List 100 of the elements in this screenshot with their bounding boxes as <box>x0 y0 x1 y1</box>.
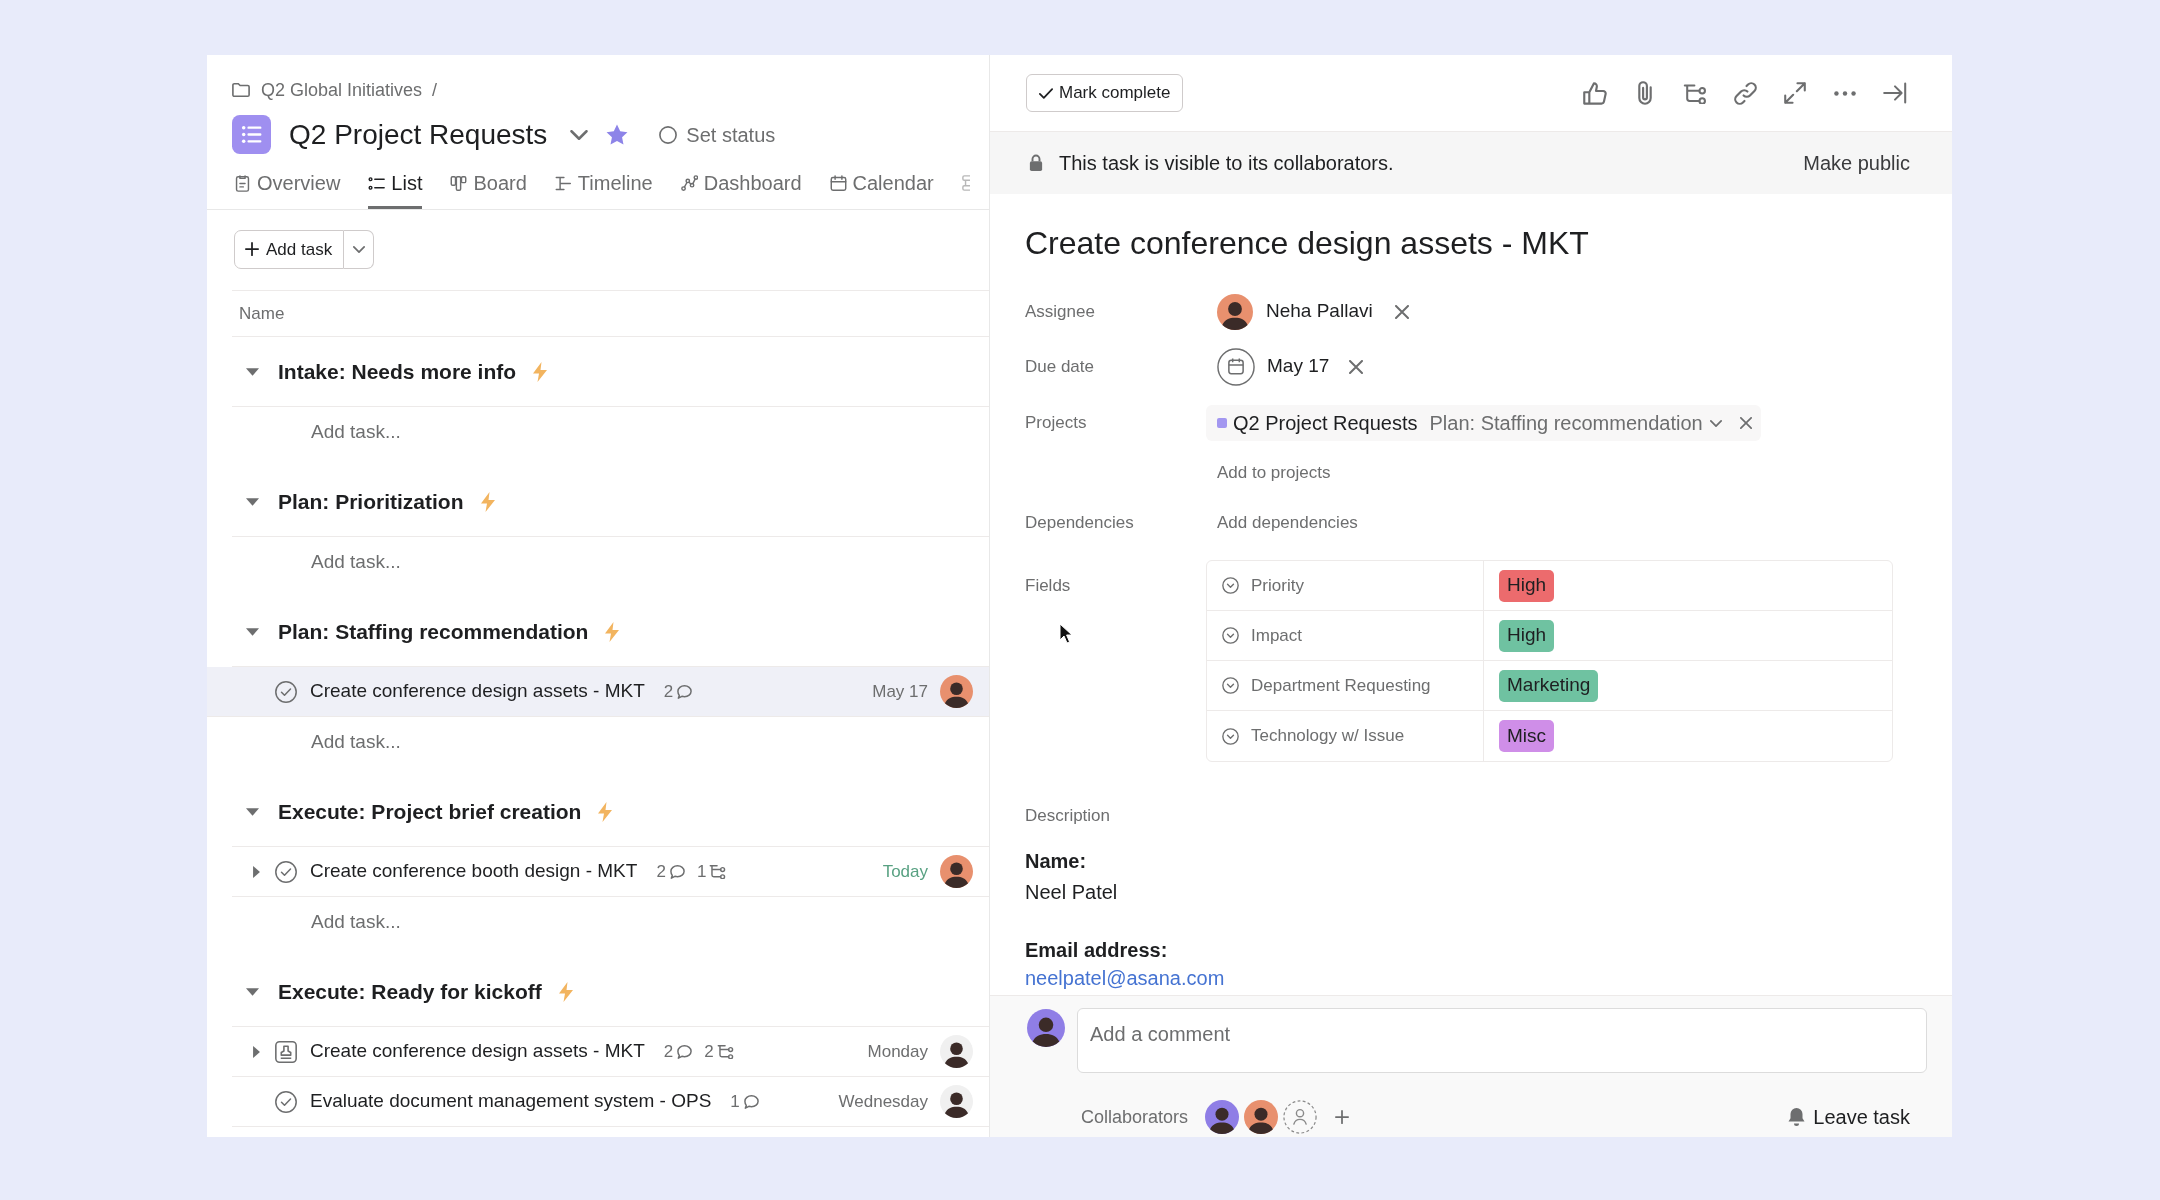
task-title: Evaluate document management system - OPS <box>310 1089 712 1114</box>
caret-down-icon[interactable] <box>246 807 259 816</box>
project-name[interactable]: Q2 Project Requests <box>1233 408 1418 438</box>
comment-icon <box>677 1044 693 1059</box>
add-task-menu-button[interactable] <box>344 229 375 269</box>
field-value-tag[interactable]: Marketing <box>1499 669 1599 702</box>
property-label: Due date <box>1025 356 1094 376</box>
arrow-right-bar-icon[interactable] <box>1883 82 1907 104</box>
subtask-icon[interactable] <box>1683 82 1707 104</box>
star-icon[interactable] <box>606 124 629 145</box>
comment-icon <box>677 684 693 699</box>
subtask-count: 1 <box>696 860 707 883</box>
add-dependencies-link[interactable]: Add dependencies <box>1217 510 1358 536</box>
add-to-projects-link[interactable]: Add to projects <box>1217 460 1331 486</box>
comment-field[interactable]: Add a comment <box>1077 1008 1927 1073</box>
tab[interactable]: Overview <box>234 158 341 209</box>
field-value-tag[interactable]: Misc <box>1499 720 1555 752</box>
lightning-icon <box>558 981 573 1002</box>
check-icon <box>1039 87 1053 99</box>
due-date: May 17 <box>872 680 928 703</box>
check-circle-icon[interactable] <box>275 860 297 883</box>
close-icon[interactable] <box>1394 304 1409 319</box>
add-task-prompt[interactable]: Add task... <box>311 907 401 937</box>
section-title: Plan: Prioritization <box>278 488 464 515</box>
description-heading: Email address: <box>1025 938 1168 962</box>
description-label: Description <box>1025 805 1111 827</box>
check-circle-icon[interactable] <box>275 1090 297 1113</box>
section-title: Execute: Ready for kickoff <box>278 978 542 1005</box>
task-row[interactable]: Evaluate document management system - OPS 1 Wednesday <box>232 1077 989 1127</box>
circle-icon <box>659 125 678 144</box>
section-title: Plan: Staffing recommendation <box>278 618 589 645</box>
description-link[interactable]: neelpatel@asana.com <box>1025 966 1225 990</box>
property-label: Dependencies <box>1025 513 1134 533</box>
caret-right-icon[interactable] <box>252 865 260 878</box>
dropdown-circle-icon <box>1222 627 1239 644</box>
task-title: Create conference design assets - MKT <box>310 1039 645 1064</box>
chevron-down-icon[interactable] <box>570 129 589 140</box>
task-row[interactable]: Create conference booth design - MKT 2 1 Today <box>232 847 989 897</box>
caret-down-icon[interactable] <box>246 987 259 996</box>
section-title: Execute: Project brief creation <box>278 798 582 825</box>
mouse-pointer-icon <box>1059 623 1073 644</box>
tab[interactable]: Board <box>450 158 527 209</box>
board-icon <box>450 174 468 192</box>
dropdown-circle-icon <box>1222 677 1239 694</box>
paperclip-icon[interactable] <box>1638 81 1652 105</box>
caret-down-icon[interactable] <box>246 627 259 636</box>
dropdown-circle-icon <box>1222 577 1239 594</box>
check-circle-icon[interactable] <box>275 680 297 703</box>
property-label: Fields <box>1025 575 1071 598</box>
timeline-icon <box>554 174 572 192</box>
field-name: Department Requesting <box>1251 674 1431 697</box>
thumbs-up-icon[interactable] <box>1583 81 1607 105</box>
task-row[interactable]: Create conference design assets - MKT 2 May 17 <box>207 667 989 717</box>
tab[interactable]: Calendar <box>829 158 934 209</box>
comment-count: 1 <box>730 1090 740 1113</box>
field-value-tag[interactable]: High <box>1499 619 1555 652</box>
leave-task-button[interactable]: Leave task <box>1788 1102 1910 1132</box>
add-task-prompt[interactable]: Add task... <box>311 417 401 447</box>
subtask-icon <box>709 864 727 879</box>
task-row[interactable]: Create conference design assets - MKT 2 2 Monday <box>232 1027 989 1077</box>
expand-icon[interactable] <box>1784 82 1806 104</box>
subtask-icon <box>716 1044 734 1059</box>
stamp-icon[interactable] <box>275 1040 297 1063</box>
add-task-prompt[interactable]: Add task... <box>311 727 401 757</box>
due-date: Monday <box>867 1040 928 1063</box>
due-date-value[interactable]: May 17 <box>1267 352 1330 381</box>
dropdown-circle-icon <box>1222 727 1239 745</box>
chevron-down-icon <box>1709 419 1722 427</box>
caret-down-icon[interactable] <box>246 367 259 376</box>
add-person-icon[interactable] <box>1283 1100 1318 1134</box>
lightning-icon <box>480 491 495 512</box>
add-task-button[interactable]: Add task <box>234 229 345 269</box>
field-value-tag[interactable]: High <box>1499 569 1555 602</box>
more-icon[interactable] <box>1834 90 1856 96</box>
breadcrumb-link[interactable]: Q2 Global Initiatives <box>261 76 423 104</box>
description-heading: Name: <box>1025 849 1087 873</box>
tab[interactable]: Dashboard <box>680 158 802 209</box>
section-dropdown[interactable]: Plan: Staffing recommendation <box>1429 408 1722 438</box>
assignee-name[interactable]: Neha Pallavi <box>1266 297 1373 326</box>
close-icon[interactable] <box>1739 417 1752 429</box>
tab[interactable]: Timeline <box>554 158 653 209</box>
link-icon[interactable] <box>1733 81 1757 105</box>
task-title: Create conference design assets - MKT <box>1025 224 1589 263</box>
tab[interactable]: List <box>368 158 423 209</box>
mark-complete-button[interactable]: Mark complete <box>1026 74 1184 112</box>
add-task-prompt[interactable]: Add task... <box>311 547 401 577</box>
comment-count: 2 <box>663 1040 674 1063</box>
plus-icon <box>245 242 259 257</box>
breadcrumb-separator: / <box>432 78 438 102</box>
caret-down-icon[interactable] <box>246 497 259 506</box>
clipboard-icon <box>234 174 251 192</box>
calendar-icon[interactable] <box>1217 347 1255 386</box>
close-icon[interactable] <box>1349 359 1364 374</box>
list-icon <box>368 174 386 192</box>
caret-right-icon[interactable] <box>252 1045 260 1058</box>
section-title: Intake: Needs more info <box>278 358 517 385</box>
plus-icon[interactable] <box>1335 1110 1350 1124</box>
set-status-button[interactable]: Set status <box>659 119 776 150</box>
lightning-icon <box>605 621 620 642</box>
make-public-link[interactable]: Make public <box>1803 148 1910 178</box>
